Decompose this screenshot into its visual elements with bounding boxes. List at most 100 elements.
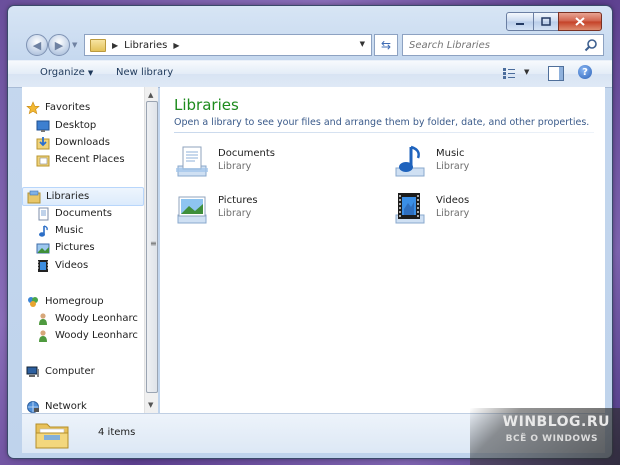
- downloads-icon: [36, 136, 50, 149]
- nav-downloads[interactable]: Downloads: [22, 134, 158, 151]
- forward-button[interactable]: ▶: [48, 34, 70, 56]
- scroll-down-icon[interactable]: ▼: [148, 401, 153, 409]
- music-library-icon: [395, 145, 425, 177]
- pictures-library-icon: [177, 196, 207, 224]
- command-bar: Organize ▼ New library ▼ ?: [8, 60, 612, 88]
- refresh-icon: ⇆: [380, 38, 392, 52]
- navigation-pane: Favorites Desktop Downloads Recent Place…: [22, 87, 158, 413]
- nav-documents-label: Documents: [55, 208, 113, 219]
- grip-icon: ≡: [150, 239, 157, 248]
- search-input[interactable]: [407, 35, 581, 55]
- library-type: Library: [218, 161, 252, 172]
- nav-desktop[interactable]: Desktop: [22, 117, 158, 134]
- content-pane: Libraries Open a library to see your fil…: [160, 87, 605, 413]
- homegroup-icon: [28, 296, 38, 307]
- scroll-up-icon[interactable]: ▲: [148, 91, 153, 99]
- nav-pictures-label: Pictures: [55, 242, 95, 253]
- folder-icon: [90, 38, 106, 52]
- network-icon: [27, 400, 39, 413]
- change-view-icon[interactable]: [502, 66, 516, 80]
- nav-music[interactable]: Music: [22, 222, 158, 239]
- library-type: Library: [218, 208, 252, 219]
- view-options-dropdown[interactable]: ▼: [524, 68, 529, 76]
- nav-music-label: Music: [55, 225, 84, 236]
- nav-homegroup-label: Homegroup: [45, 296, 104, 307]
- computer-icon: [26, 366, 39, 377]
- divider: [174, 132, 594, 133]
- explorer-window: ◀ ▶ ▼ ▶ Libraries ▶ ▼ ⇆ Organize▼: [8, 6, 612, 458]
- videos-icon: [38, 259, 48, 272]
- user-icon: [39, 312, 47, 325]
- watermark-title: WINBLOG.RU: [502, 414, 610, 430]
- nav-homegroup-user[interactable]: Woody Leonharc: [22, 327, 158, 344]
- close-icon: [575, 17, 585, 26]
- nav-homegroup-user[interactable]: Woody Leonharc: [22, 310, 158, 327]
- preview-pane-icon[interactable]: [548, 66, 564, 81]
- watermark-subtitle: ВСЁ О WINDOWS: [505, 434, 598, 444]
- nav-videos-label: Videos: [55, 260, 89, 271]
- forward-arrow-icon: ▶: [54, 38, 64, 52]
- nav-recent-places[interactable]: Recent Places: [22, 151, 158, 168]
- breadcrumb-chevron-icon[interactable]: ▶: [112, 41, 118, 50]
- libraries-folder-icon: [35, 423, 69, 449]
- library-name: Documents: [218, 148, 276, 159]
- documents-icon: [38, 207, 49, 220]
- nav-scrollbar[interactable]: ▲ ≡ ▼: [144, 87, 158, 413]
- breadcrumb-chevron-icon[interactable]: ▶: [173, 41, 179, 50]
- nav-libraries[interactable]: Libraries: [22, 187, 144, 206]
- organize-button[interactable]: Organize ▼: [40, 67, 93, 78]
- item-count: 4 items: [98, 427, 136, 438]
- maximize-button[interactable]: [534, 12, 558, 31]
- videos-library-icon: [395, 193, 425, 224]
- library-tile-documents[interactable]: Documents Library: [174, 142, 364, 182]
- address-row: ◀ ▶ ▼ ▶ Libraries ▶ ▼ ⇆: [8, 32, 612, 58]
- window-controls: [506, 12, 602, 31]
- nav-homegroup-user-label: Woody Leonharc: [55, 313, 138, 324]
- address-bar[interactable]: ▶ Libraries ▶ ▼: [84, 34, 372, 56]
- back-arrow-icon: ◀: [32, 38, 42, 52]
- music-icon: [39, 224, 48, 237]
- minimize-button[interactable]: [506, 12, 534, 31]
- recent-pages-dropdown[interactable]: ▼: [72, 41, 77, 49]
- recent-places-icon: [36, 155, 50, 166]
- nav-favorites[interactable]: Favorites: [22, 99, 148, 116]
- back-button[interactable]: ◀: [26, 34, 48, 56]
- minimize-icon: [516, 22, 524, 25]
- nav-desktop-label: Desktop: [55, 120, 97, 131]
- nav-network-label: Network: [45, 401, 87, 412]
- help-icon[interactable]: ?: [578, 65, 592, 79]
- close-button[interactable]: [558, 12, 602, 31]
- nav-computer-label: Computer: [45, 366, 95, 377]
- search-box[interactable]: [402, 34, 604, 56]
- documents-library-icon: [176, 146, 208, 177]
- desktop-icon: [36, 120, 50, 132]
- library-tile-pictures[interactable]: Pictures Library: [174, 189, 364, 229]
- library-name: Videos: [436, 195, 470, 206]
- nav-homegroup[interactable]: Homegroup: [22, 293, 148, 310]
- watermark: WINBLOG.RU ВСЁ О WINDOWS: [470, 408, 620, 465]
- nav-documents[interactable]: Documents: [22, 205, 158, 222]
- page-description: Open a library to see your files and arr…: [174, 117, 590, 128]
- library-name: Music: [436, 148, 465, 159]
- star-icon: [26, 100, 40, 114]
- library-tile-videos[interactable]: Videos Library: [392, 189, 582, 229]
- library-tile-music[interactable]: Music Library: [392, 142, 582, 182]
- search-icon[interactable]: [584, 38, 598, 52]
- breadcrumb-libraries[interactable]: Libraries: [124, 40, 167, 51]
- nav-pictures[interactable]: Pictures: [22, 239, 158, 256]
- nav-favorites-label: Favorites: [45, 102, 91, 113]
- nav-computer[interactable]: Computer: [22, 363, 148, 380]
- organize-label: Organize: [40, 67, 85, 78]
- new-library-button[interactable]: New library: [116, 67, 173, 78]
- chevron-down-icon: ▼: [87, 69, 94, 77]
- page-title: Libraries: [174, 96, 239, 114]
- nav-libraries-label: Libraries: [46, 191, 90, 202]
- nav-videos[interactable]: Videos: [22, 257, 158, 274]
- pictures-icon: [36, 243, 50, 253]
- library-type: Library: [436, 161, 470, 172]
- refresh-button[interactable]: ⇆: [374, 34, 398, 56]
- scroll-thumb[interactable]: ≡: [146, 101, 158, 393]
- address-history-dropdown[interactable]: ▼: [360, 40, 365, 48]
- library-type: Library: [436, 208, 470, 219]
- libraries-icon: [27, 190, 41, 203]
